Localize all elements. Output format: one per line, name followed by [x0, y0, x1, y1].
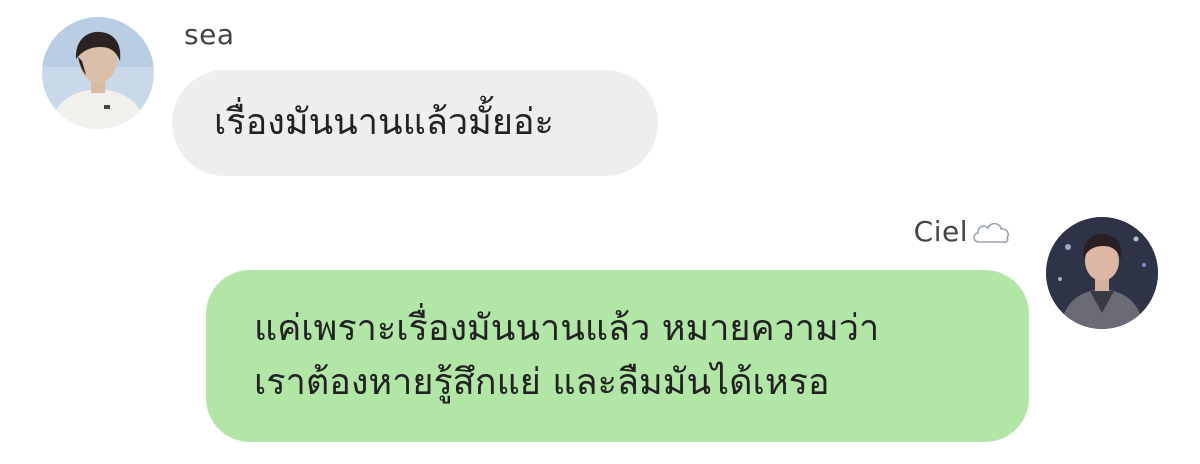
sender-name-sea: sea	[184, 18, 235, 51]
avatar-sea-image	[42, 17, 154, 129]
message-text-line: แค่เพราะเรื่องมันนานแล้ว หมายความว่า	[254, 308, 880, 349]
cloud-icon	[970, 217, 1012, 247]
avatar-ciel-image	[1046, 217, 1158, 329]
message-bubble-received[interactable]: เรื่องมันนานแล้วมั้ยอ่ะ	[172, 70, 658, 176]
sender-name-label: Ciel	[913, 215, 968, 248]
message-bubble-sent[interactable]: แค่เพราะเรื่องมันนานแล้ว หมายความว่า เรา…	[206, 270, 1029, 442]
avatar-sea[interactable]	[42, 17, 154, 129]
message-text-line: เรื่องมันนานแล้วมั้ยอ่ะ	[214, 102, 554, 143]
message-text-line: เราต้องหายรู้สึกแย่ และลืมมันได้เหรอ	[254, 362, 830, 403]
sender-name-ciel: Ciel	[914, 215, 1012, 248]
avatar-ciel[interactable]	[1046, 217, 1158, 329]
